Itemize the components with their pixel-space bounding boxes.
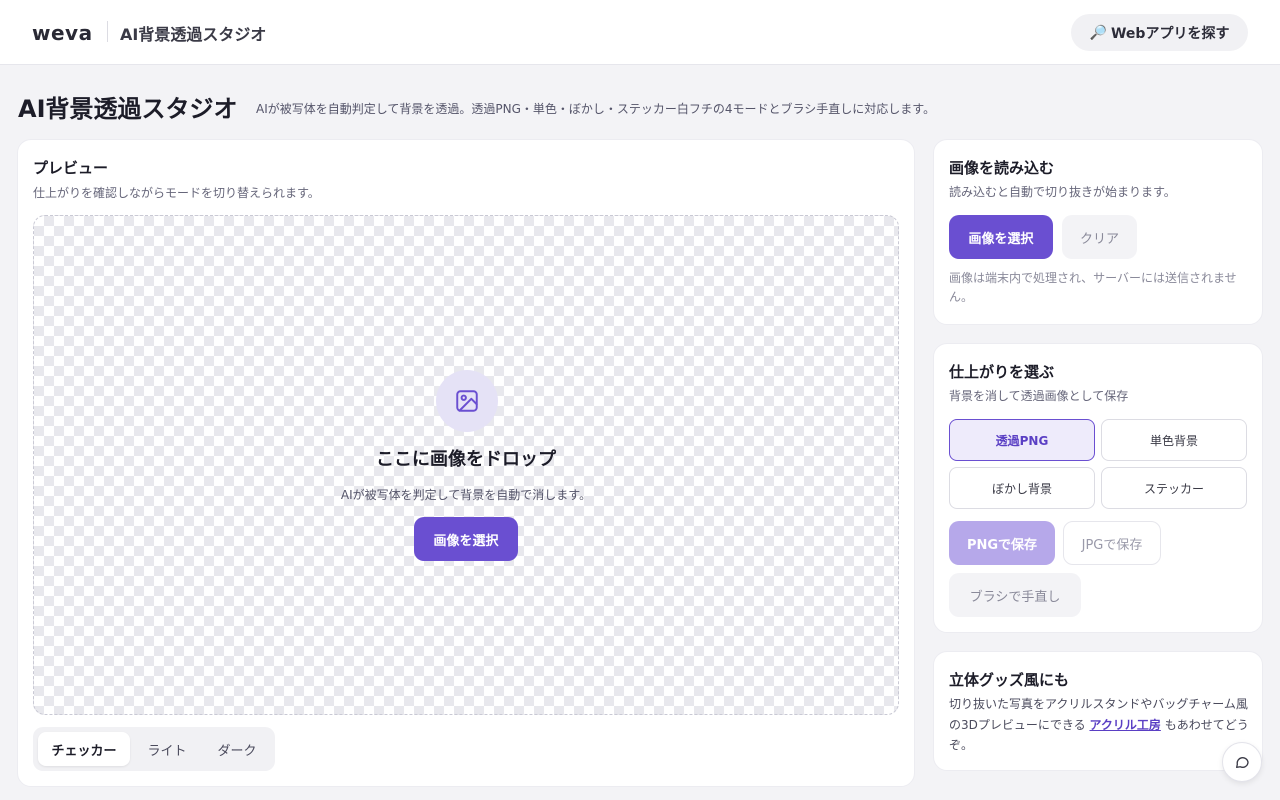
search-icon: 🔎 [1089, 24, 1107, 41]
preview-subtitle: 仕上がりを確認しながらモードを切り替えられます。 [33, 186, 320, 200]
image-icon [436, 370, 498, 432]
chat-button[interactable] [1222, 742, 1262, 782]
goods-title: 立体グッズ風にも [949, 671, 1070, 689]
drop-title: ここに画像をドロップ [376, 449, 556, 470]
mode-sticker[interactable]: ステッカー [1101, 467, 1247, 509]
load-image-card: 画像を読み込む 読み込むと自動で切り抜きが始まります。 画像を選択 クリア 画像… [933, 139, 1263, 325]
page-description: AIが被写体を自動判定して背景を透過。透過PNG・単色・ぼかし・ステッカー白フチ… [256, 102, 936, 116]
page-title: AI背景透過スタジオ [18, 95, 238, 123]
bg-option-light[interactable]: ライト [134, 732, 200, 766]
logo-divider [107, 21, 108, 42]
load-subtitle: 読み込むと自動で切り抜きが始まります。 [949, 185, 1176, 199]
select-image-button[interactable]: 画像を選択 [949, 215, 1053, 259]
finish-card: 仕上がりを選ぶ 背景を消して透過画像として保存 透過PNG 単色背景 ぼかし背景… [933, 343, 1263, 633]
brush-edit-button[interactable]: ブラシで手直し [949, 573, 1081, 617]
preview-title: プレビュー [33, 159, 109, 177]
find-web-apps-button[interactable]: 🔎 Webアプリを探す [1071, 14, 1248, 51]
clear-button[interactable]: クリア [1062, 215, 1137, 259]
mode-blur-background[interactable]: ぼかし背景 [949, 467, 1095, 509]
acrylic-studio-link[interactable]: アクリル工房 [1089, 718, 1160, 732]
app-title: AI背景透過スタジオ [120, 25, 267, 44]
mode-solid-background[interactable]: 単色背景 [1101, 419, 1247, 461]
weva-logo[interactable]: weva [32, 21, 93, 45]
bg-option-dark[interactable]: ダーク [204, 732, 270, 766]
mode-transparent-png[interactable]: 透過PNG [949, 419, 1095, 461]
find-web-apps-label: Webアプリを探す [1110, 25, 1230, 42]
chat-bubble-icon [1236, 757, 1249, 768]
drop-select-image-button[interactable]: 画像を選択 [414, 517, 518, 561]
save-jpg-button[interactable]: JPGで保存 [1063, 521, 1161, 565]
goods-card: 立体グッズ風にも 切り抜いた写真をアクリルスタンドやバッグチャーム風の3Dプレビ… [933, 651, 1263, 771]
goods-description: 切り抜いた写真をアクリルスタンドやバッグチャーム風の3Dプレビューにできる アク… [949, 694, 1249, 756]
drop-subtitle: AIが被写体を判定して背景を自動で消します。 [340, 488, 592, 502]
finish-title: 仕上がりを選ぶ [949, 363, 1055, 381]
preview-background-toggle: チェッカー ライト ダーク [33, 727, 275, 771]
privacy-note: 画像は端末内で処理され、サーバーには送信されません。 [949, 271, 1237, 304]
finish-subtitle: 背景を消して透過画像として保存 [949, 389, 1129, 403]
bg-option-checker[interactable]: チェッカー [38, 732, 130, 766]
image-drop-zone[interactable]: ここに画像をドロップ AIが被写体を判定して背景を自動で消します。 画像を選択 [33, 215, 899, 715]
load-title: 画像を読み込む [949, 159, 1055, 177]
top-bar: weva AI背景透過スタジオ 🔎 Webアプリを探す [0, 0, 1280, 65]
save-png-button[interactable]: PNGで保存 [949, 521, 1055, 565]
